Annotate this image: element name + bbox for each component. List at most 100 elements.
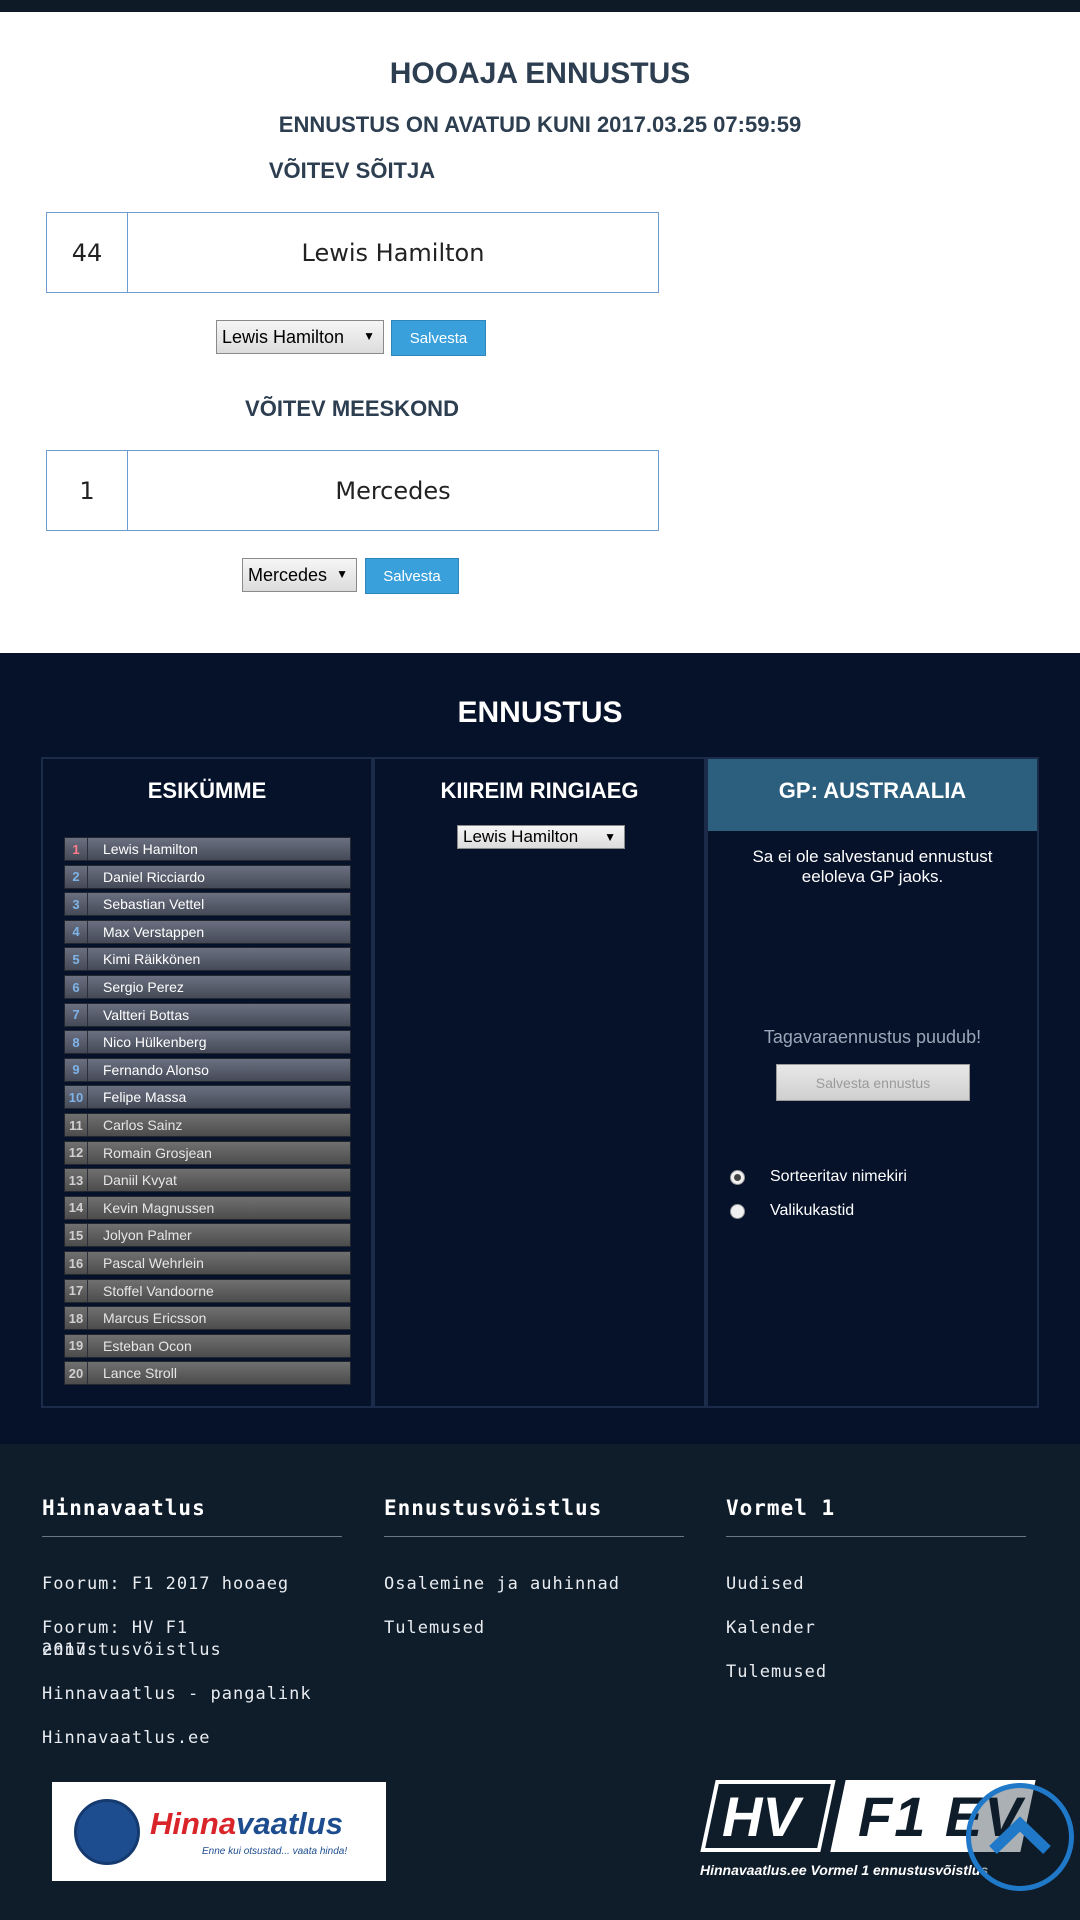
gp-heading: GP: AUSTRAALIA [778,778,967,803]
footer-link[interactable]: Tulemused [384,1617,485,1639]
driver-row[interactable]: 16 Pascal Wehrlein [64,1251,351,1275]
drag-handle-icon[interactable] [87,1003,97,1026]
drag-handle-icon[interactable] [87,1279,97,1302]
driver-row-name: Stoffel Vandoorne [103,1282,214,1299]
save-team-button[interactable]: Salvesta [365,558,459,594]
winning-driver-select[interactable]: Lewis Hamilton ▼ [216,320,384,354]
drag-handle-icon[interactable] [87,893,97,916]
footer-link[interactable]: Tulemused [726,1661,827,1683]
driver-name: Lewis Hamilton [301,238,485,267]
driver-row[interactable]: 13 Daniil Kvyat [64,1168,351,1193]
drag-handle-icon[interactable] [87,1252,97,1274]
fastest-lap-select[interactable]: Lewis Hamilton ▼ [457,825,625,849]
driver-row-name: Esteban Ocon [103,1337,192,1354]
radio-sortable-list[interactable]: Sorteeritav nimekiri [730,1168,907,1186]
drag-handle-icon[interactable] [87,920,97,943]
driver-row[interactable]: 11 Carlos Sainz [64,1113,351,1137]
footer-link[interactable]: Kalender [726,1617,816,1639]
driver-row-name: Fernando Alonso [103,1061,209,1078]
drag-handle-icon[interactable] [87,1086,97,1109]
driver-row[interactable]: 10 Felipe Massa [64,1085,351,1110]
driver-row[interactable]: 6 Sergio Perez [64,975,351,999]
drag-handle-icon[interactable] [87,976,97,998]
winning-driver-card: 44 Lewis Hamilton [46,212,659,293]
driver-row[interactable]: 14 Kevin Magnussen [64,1195,351,1220]
driver-position: 12 [68,1145,84,1161]
footer-link[interactable]: Foorum: HV F1 ennustusvõistlus [42,1617,342,1661]
mascot-icon [74,1799,140,1865]
drag-handle-icon[interactable] [87,1058,97,1081]
season-prediction-section: HOOAJA ENNUSTUS ENNUSTUS ON AVATUD KUNI … [0,12,1080,653]
driver-row[interactable]: 9 Fernando Alonso [64,1057,351,1082]
driver-position: 9 [72,1062,80,1078]
gp-not-saved-line2: eeloleva GP jaoks. [801,867,944,886]
driver-row[interactable]: 5 Kimi Räikkönen [64,947,351,972]
radio-dropdowns[interactable]: Valikukastid [730,1202,854,1220]
footer-link[interactable]: Hinnavaatlus.ee [42,1727,211,1749]
driver-position: 7 [72,1007,80,1023]
drag-handle-icon[interactable] [87,1141,97,1164]
driver-row[interactable]: 15 Jolyon Palmer [64,1223,351,1248]
drag-handle-icon[interactable] [87,1362,97,1385]
winning-driver-heading: VÕITEV SÕITJA [268,158,436,183]
driver-row[interactable]: 4 Max Verstappen [64,919,351,944]
driver-row-name: Nico Hülkenberg [103,1034,207,1051]
team-number: 1 [47,451,128,530]
drag-handle-icon[interactable] [87,1307,97,1330]
top10-heading: ESIKÜMME [147,778,267,803]
season-deadline: ENNUSTUS ON AVATUD KUNI 2017.03.25 07:59… [278,112,802,137]
driver-row-name: Lewis Hamilton [103,841,198,857]
footer-link[interactable]: Hinnavaatlus - pangalink [42,1683,312,1705]
driver-row-name: Marcus Ericsson [103,1310,207,1327]
driver-row-name: Jolyon Palmer [103,1227,192,1244]
drag-handle-icon[interactable] [87,1169,97,1192]
drag-handle-icon[interactable] [87,1031,97,1054]
radio-selected-icon[interactable] [730,1169,745,1185]
drag-handle-icon[interactable] [87,948,97,971]
winning-team-select[interactable]: Mercedes ▼ [242,558,357,592]
driver-row[interactable]: 20 Lance Stroll [64,1361,351,1386]
drag-handle-icon[interactable] [87,1114,97,1136]
save-driver-button[interactable]: Salvesta [391,320,486,356]
footer-link[interactable]: 2017 [42,1639,87,1661]
footer-link[interactable]: Foorum: F1 2017 hooaeg [42,1573,289,1595]
drag-handle-icon[interactable] [87,1196,97,1219]
chevron-up-icon [989,1816,1051,1854]
driver-row[interactable]: 2 Daniel Ricciardo [64,864,351,889]
scroll-to-top-button[interactable] [966,1783,1074,1891]
driver-row[interactable]: 17 Stoffel Vandoorne [64,1278,351,1303]
select-value: Mercedes [248,564,328,585]
driver-row-name: Daniil Kvyat [103,1172,177,1189]
radio-unselected-icon[interactable] [730,1203,745,1219]
driver-row[interactable]: 3 Sebastian Vettel [64,892,351,917]
footer-link[interactable]: Uudised [726,1573,805,1595]
footer-heading: Hinnavaatlus [42,1496,342,1537]
fastest-lap-panel: KIIREIM RINGIAEG Lewis Hamilton ▼ [373,757,706,1408]
hinnavaatlus-logo[interactable]: Hinnavaatlus Enne kui otsustad... vaata … [52,1782,386,1881]
radio-label: Valikukastid [770,1202,855,1219]
drag-handle-icon[interactable] [87,838,97,860]
driver-row[interactable]: 12 Romain Grosjean [64,1140,351,1165]
drag-handle-icon[interactable] [87,1224,97,1247]
driver-row[interactable]: 18 Marcus Ericsson [64,1306,351,1331]
footer-col-hinnavaatlus: Hinnavaatlus Foorum: F1 2017 hooaeg Foor… [42,1496,342,1748]
driver-row[interactable]: 1 Lewis Hamilton [64,837,351,861]
driver-row[interactable]: 19 Esteban Ocon [64,1333,351,1358]
driver-position: 2 [72,869,80,885]
driver-row-name: Max Verstappen [103,923,205,940]
drag-handle-icon[interactable] [87,1334,97,1357]
drag-handle-icon[interactable] [87,865,97,888]
driver-row-name: Lance Stroll [103,1365,177,1382]
driver-position: 10 [68,1089,84,1105]
driver-row-name: Kevin Magnussen [103,1199,215,1216]
driver-position: 17 [68,1283,84,1299]
driver-row[interactable]: 7 Valtteri Bottas [64,1002,351,1027]
logo-tagline: Enne kui otsustad... vaata hinda! [202,1846,348,1857]
driver-row[interactable]: 8 Nico Hülkenberg [64,1030,351,1055]
backup-missing-text: Tagavaraennustus puudub! [763,1027,982,1047]
select-value: Lewis Hamilton [222,326,345,347]
driver-row-name: Carlos Sainz [103,1117,183,1133]
footer-link[interactable]: Osalemine ja auhinnad [384,1573,620,1595]
save-prediction-button[interactable]: Salvesta ennustus [776,1064,970,1101]
site-footer: Hinnavaatlus Foorum: F1 2017 hooaeg Foor… [0,1444,1080,1920]
